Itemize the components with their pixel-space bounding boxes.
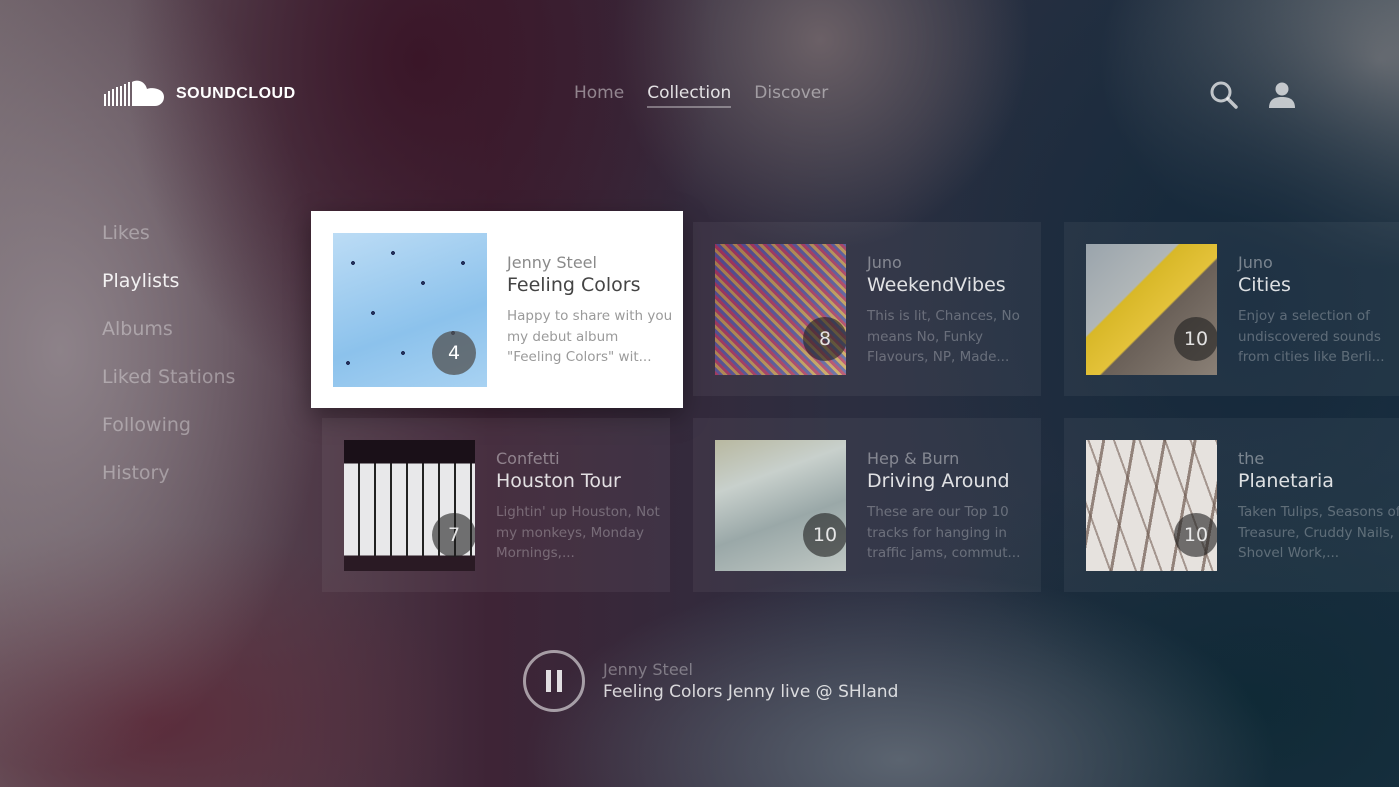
track-count-badge: 10 <box>1174 513 1217 557</box>
playlist-artist: the <box>1238 449 1265 468</box>
playlist-title: Feeling Colors <box>507 274 641 296</box>
playlist-artwork: 8 <box>715 244 846 375</box>
playlist-description: This is lit, Chances, No means No, Funky… <box>867 308 1020 365</box>
sidebar-item-liked-stations[interactable]: Liked Stations <box>102 366 235 414</box>
user-icon[interactable] <box>1267 81 1297 109</box>
playlist-meta: Juno Cities Enjoy a selection of undisco… <box>1238 253 1399 368</box>
playlist-meta: Jenny Steel Feeling Colors Happy to shar… <box>507 253 675 368</box>
playlist-artist: Hep & Burn <box>867 449 960 468</box>
playlist-card[interactable]: 8 Juno WeekendVibes This is lit, Chances… <box>693 222 1041 396</box>
now-playing-info: Jenny Steel Feeling Colors Jenny live @ … <box>603 660 898 702</box>
pause-icon-bar <box>546 670 551 692</box>
playlist-description: Enjoy a selection of undiscovered sounds… <box>1238 308 1385 365</box>
app-name: SOUNDCLOUD <box>176 85 296 102</box>
nav-home[interactable]: Home <box>574 83 624 108</box>
soundcloud-logo[interactable]: SOUNDCLOUD <box>104 80 296 108</box>
playlist-card[interactable]: 10 Juno Cities Enjoy a selection of undi… <box>1064 222 1399 396</box>
playlist-artist: Juno <box>1238 253 1273 272</box>
sidebar-item-playlists[interactable]: Playlists <box>102 270 235 318</box>
top-navigation: Home Collection Discover <box>574 83 828 108</box>
playlist-artwork: 4 <box>333 233 487 387</box>
playlist-description: Lightin' up Houston, Not my monkeys, Mon… <box>496 504 660 561</box>
playlist-title: Cities <box>1238 274 1291 296</box>
search-icon[interactable] <box>1209 80 1239 110</box>
playlist-card[interactable]: 7 Confetti Houston Tour Lightin' up Hous… <box>322 418 670 592</box>
playlist-description: These are our Top 10 tracks for hanging … <box>867 504 1021 561</box>
soundcloud-cloud-icon <box>104 80 164 106</box>
playlist-artwork: 10 <box>715 440 846 571</box>
playlist-meta: Hep & Burn Driving Around These are our … <box>867 449 1033 564</box>
sidebar-item-albums[interactable]: Albums <box>102 318 235 366</box>
nav-discover[interactable]: Discover <box>754 83 828 108</box>
header-actions <box>1209 80 1297 110</box>
playlist-description: Taken Tulips, Seasons of Treasure, Crudd… <box>1238 504 1399 561</box>
playlist-artist: Juno <box>867 253 902 272</box>
playlist-title: Planetaria <box>1238 470 1334 492</box>
sidebar-item-following[interactable]: Following <box>102 414 235 462</box>
playlist-title: WeekendVibes <box>867 274 1006 296</box>
playlist-title: Driving Around <box>867 470 1010 492</box>
playlist-meta: Confetti Houston Tour Lightin' up Housto… <box>496 449 662 564</box>
playlist-card[interactable]: 4 Jenny Steel Feeling Colors Happy to sh… <box>311 211 683 408</box>
nav-collection[interactable]: Collection <box>647 83 732 108</box>
collection-sidebar: Likes Playlists Albums Liked Stations Fo… <box>102 222 235 510</box>
pause-icon-bar <box>557 670 562 692</box>
playlist-artwork: 10 <box>1086 440 1217 571</box>
playlist-meta: the Planetaria Taken Tulips, Seasons of … <box>1238 449 1399 564</box>
sidebar-item-history[interactable]: History <box>102 462 235 510</box>
track-count-badge: 10 <box>803 513 846 557</box>
playlist-meta: Juno WeekendVibes This is lit, Chances, … <box>867 253 1033 368</box>
playlist-artwork: 7 <box>344 440 475 571</box>
playlist-card[interactable]: 10 the Planetaria Taken Tulips, Seasons … <box>1064 418 1399 592</box>
playlist-artwork: 10 <box>1086 244 1217 375</box>
now-playing-bar: Jenny Steel Feeling Colors Jenny live @ … <box>523 650 898 712</box>
track-count-badge: 4 <box>432 331 476 375</box>
playlist-artist: Jenny Steel <box>507 253 597 272</box>
track-count-badge: 8 <box>803 317 846 361</box>
playlist-title: Houston Tour <box>496 470 621 492</box>
playlist-card[interactable]: 10 Hep & Burn Driving Around These are o… <box>693 418 1041 592</box>
track-count-badge: 7 <box>432 513 475 557</box>
track-count-badge: 10 <box>1174 317 1217 361</box>
now-playing-artist: Jenny Steel <box>603 660 693 679</box>
sidebar-item-likes[interactable]: Likes <box>102 222 235 270</box>
pause-button[interactable] <box>523 650 585 712</box>
playlist-description: Happy to share with you my debut album "… <box>507 308 673 365</box>
playlist-artist: Confetti <box>496 449 560 468</box>
now-playing-title: Feeling Colors Jenny live @ SHland <box>603 682 899 702</box>
